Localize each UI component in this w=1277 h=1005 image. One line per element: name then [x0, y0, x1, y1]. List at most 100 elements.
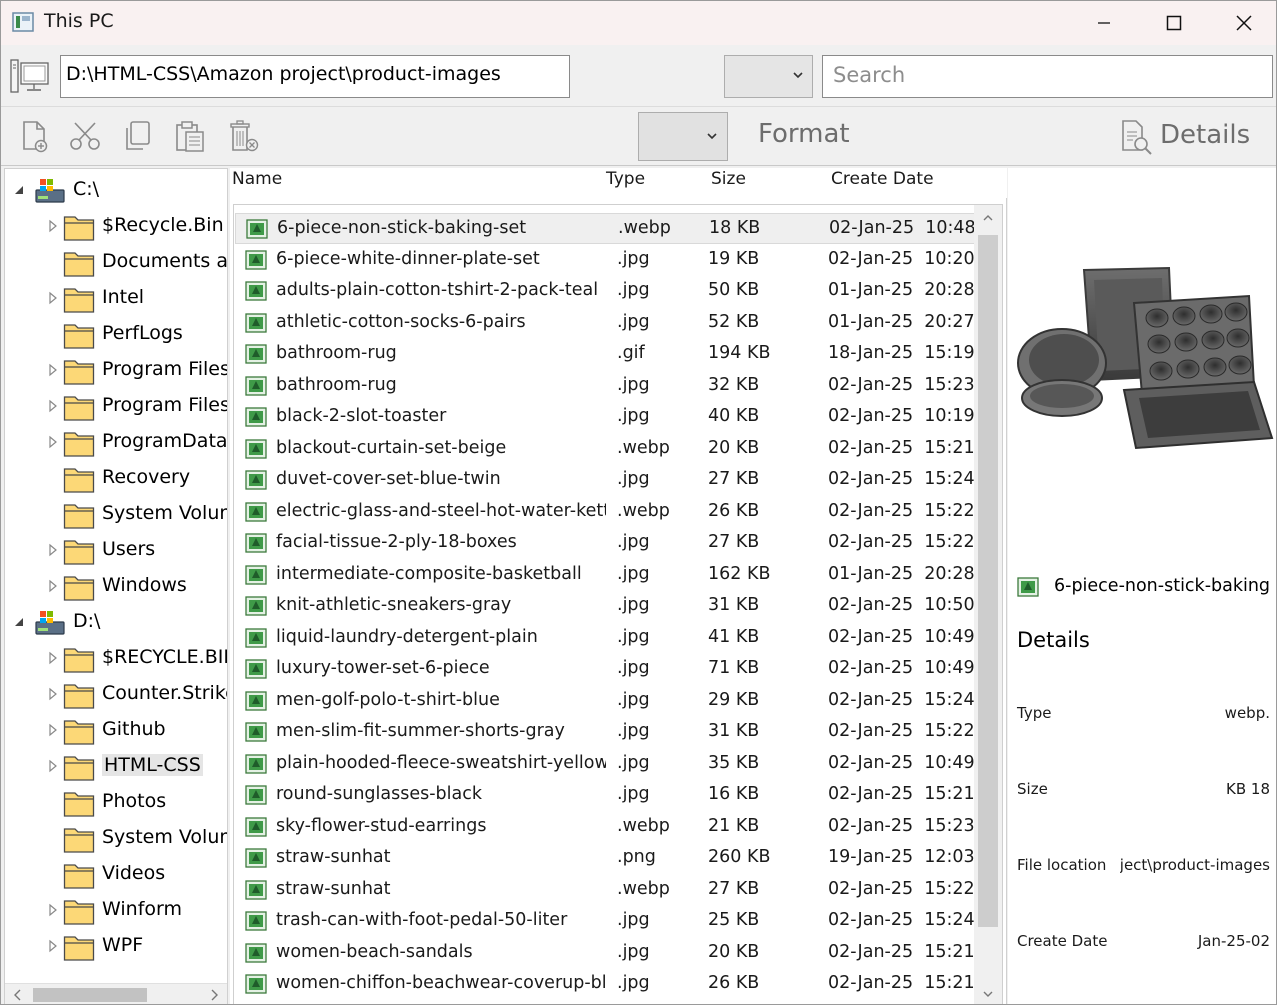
collapsed-arrow-icon[interactable] — [47, 759, 59, 773]
file-row[interactable]: men-golf-polo-t-shirt-blue .jpg 29 KB 02… — [235, 686, 975, 717]
cut-icon[interactable] — [68, 119, 102, 153]
search-input[interactable]: Search — [822, 55, 1273, 98]
drive-icon — [35, 611, 65, 635]
tree-folder-item[interactable]: WPF — [5, 929, 227, 965]
collapsed-arrow-icon[interactable] — [47, 579, 59, 593]
file-type: .webp — [618, 218, 671, 238]
tree-folder-item[interactable]: Users — [5, 533, 227, 569]
file-row[interactable]: sky-flower-stud-earrings .webp 21 KB 02-… — [235, 812, 975, 843]
file-name: men-slim-fit-summer-shorts-gray — [276, 721, 565, 741]
file-row[interactable]: knit-athletic-sneakers-gray .jpg 31 KB 0… — [235, 591, 975, 622]
column-header-create-date[interactable]: Create Date — [831, 169, 934, 189]
collapsed-arrow-icon[interactable] — [47, 543, 59, 557]
scrollbar-thumb[interactable] — [978, 235, 998, 927]
file-row[interactable]: plain-hooded-fleece-sweatshirt-yellow .j… — [235, 749, 975, 780]
tree-folder-item[interactable]: Documents and Settings — [5, 245, 227, 281]
tree-drive-item[interactable]: C:\ — [5, 173, 227, 209]
tree-folder-item[interactable]: Program Files (x86) — [5, 389, 227, 425]
tree-folder-item[interactable]: Intel — [5, 281, 227, 317]
close-button[interactable] — [1209, 1, 1276, 45]
tree-drive-item[interactable]: D:\ — [5, 605, 227, 641]
tree-folder-item[interactable]: $RECYCLE.BIN — [5, 641, 227, 677]
tree-folder-item[interactable]: ProgramData — [5, 425, 227, 461]
collapsed-arrow-icon[interactable] — [47, 219, 59, 233]
tree-folder-item[interactable]: Counter.Strike. — [5, 677, 227, 713]
file-row[interactable]: 6-piece-non-stick-baking-set .webp 18 KB… — [235, 213, 976, 244]
details-button[interactable]: Details — [1119, 117, 1269, 157]
tree-horizontal-scrollbar[interactable] — [5, 983, 227, 1004]
file-row[interactable]: straw-sunhat .webp 27 KB 02-Jan-25 15:22 — [235, 875, 975, 906]
collapsed-arrow-icon[interactable] — [47, 903, 59, 917]
tree-folder-item[interactable]: Recovery — [5, 461, 227, 497]
file-row[interactable]: trash-can-with-foot-pedal-50-liter .jpg … — [235, 906, 975, 937]
tree-folder-item[interactable]: $Recycle.Bin — [5, 209, 227, 245]
tree-folder-item[interactable]: Winform — [5, 893, 227, 929]
collapsed-arrow-icon[interactable] — [47, 291, 59, 305]
collapsed-arrow-icon[interactable] — [47, 651, 59, 665]
tree-folder-item[interactable]: System Volume Information — [5, 821, 227, 857]
expanded-arrow-icon[interactable] — [13, 183, 25, 197]
file-list[interactable]: 6-piece-non-stick-baking-set .webp 18 KB… — [233, 204, 1003, 1004]
this-pc-icon[interactable] — [8, 58, 50, 96]
drive-dropdown[interactable] — [724, 55, 813, 98]
file-row[interactable]: 6-piece-white-dinner-plate-set .jpg 19 K… — [235, 245, 975, 276]
image-file-icon — [245, 848, 267, 868]
collapsed-arrow-icon[interactable] — [47, 939, 59, 953]
file-row[interactable]: athletic-cotton-socks-6-pairs .jpg 52 KB… — [235, 308, 975, 339]
delete-icon[interactable] — [227, 119, 261, 153]
file-row[interactable]: men-slim-fit-summer-shorts-gray .jpg 31 … — [235, 717, 975, 748]
format-dropdown[interactable] — [638, 112, 728, 161]
file-list-vertical-scrollbar[interactable] — [974, 205, 1002, 1004]
format-button[interactable]: Format — [758, 119, 850, 149]
tree-folder-item[interactable]: Windows — [5, 569, 227, 605]
file-row[interactable]: facial-tissue-2-ply-18-boxes .jpg 27 KB … — [235, 528, 975, 559]
collapsed-arrow-icon[interactable] — [47, 399, 59, 413]
column-header-name[interactable]: Name — [232, 169, 282, 189]
scroll-down-icon[interactable] — [982, 989, 994, 999]
scroll-up-icon[interactable] — [982, 213, 994, 223]
tree-folder-item[interactable]: PerfLogs — [5, 317, 227, 353]
file-row[interactable]: duvet-cover-set-blue-twin .jpg 27 KB 02-… — [235, 465, 975, 496]
file-row[interactable]: bathroom-rug .gif 194 KB 18-Jan-25 15:19 — [235, 339, 975, 370]
file-row[interactable]: luxury-tower-set-6-piece .jpg 71 KB 02-J… — [235, 654, 975, 685]
tree-folder-item[interactable]: Photos — [5, 785, 227, 821]
file-row[interactable]: intermediate-composite-basketball .jpg 1… — [235, 560, 975, 591]
minimize-button[interactable] — [1069, 1, 1139, 45]
path-input[interactable]: D:\HTML-CSS\Amazon project\product-image… — [60, 55, 570, 98]
file-row[interactable]: adults-plain-cotton-tshirt-2-pack-teal .… — [235, 276, 975, 307]
scrollbar-thumb[interactable] — [33, 988, 147, 1002]
file-row[interactable]: blackout-curtain-set-beige .webp 20 KB 0… — [235, 434, 975, 465]
file-row[interactable]: liquid-laundry-detergent-plain .jpg 41 K… — [235, 623, 975, 654]
column-header-size[interactable]: Size — [711, 169, 746, 189]
image-file-icon — [245, 785, 267, 805]
new-file-icon[interactable] — [18, 119, 52, 153]
expanded-arrow-icon[interactable] — [13, 615, 25, 629]
collapsed-arrow-icon[interactable] — [47, 363, 59, 377]
file-row[interactable]: straw-sunhat .png 260 KB 19-Jan-25 12:03 — [235, 843, 975, 874]
tree-folder-item[interactable]: HTML-CSS — [5, 749, 227, 785]
collapsed-arrow-icon[interactable] — [47, 723, 59, 737]
column-header-type[interactable]: Type — [606, 169, 645, 189]
file-row[interactable]: bathroom-rug .jpg 32 KB 02-Jan-25 15:23 — [235, 371, 975, 402]
collapsed-arrow-icon[interactable] — [47, 687, 59, 701]
copy-icon[interactable] — [121, 119, 155, 153]
paste-icon[interactable] — [173, 119, 207, 153]
file-row[interactable]: black-2-slot-toaster .jpg 40 KB 02-Jan-2… — [235, 402, 975, 433]
file-row[interactable]: women-chiffon-beachwear-coverup-black .j… — [235, 969, 975, 1000]
file-row[interactable]: round-sunglasses-black .jpg 16 KB 02-Jan… — [235, 780, 975, 811]
scroll-right-icon[interactable] — [209, 988, 219, 1002]
file-create-date: 02-Jan-25 15:23 — [828, 815, 975, 836]
scroll-left-icon[interactable] — [13, 988, 23, 1002]
file-row[interactable]: electric-glass-and-steel-hot-water-kettl… — [235, 497, 975, 528]
create-date-value: 02-Jan-25 — [1197, 932, 1270, 950]
tree-item-label: D:\ — [73, 610, 101, 632]
tree-folder-item[interactable]: System Volume Information — [5, 497, 227, 533]
collapsed-arrow-icon[interactable] — [47, 435, 59, 449]
file-size: 35 KB — [708, 752, 760, 773]
maximize-button[interactable] — [1139, 1, 1209, 45]
file-row[interactable]: women-beach-sandals .jpg 20 KB 02-Jan-25… — [235, 938, 975, 969]
tree-folder-item[interactable]: Github — [5, 713, 227, 749]
tree-folder-item[interactable]: Videos — [5, 857, 227, 893]
tree-folder-item[interactable]: Program Files — [5, 353, 227, 389]
folder-tree[interactable]: C:\ $Recycle.Bin Documents and Settings … — [4, 168, 228, 1004]
